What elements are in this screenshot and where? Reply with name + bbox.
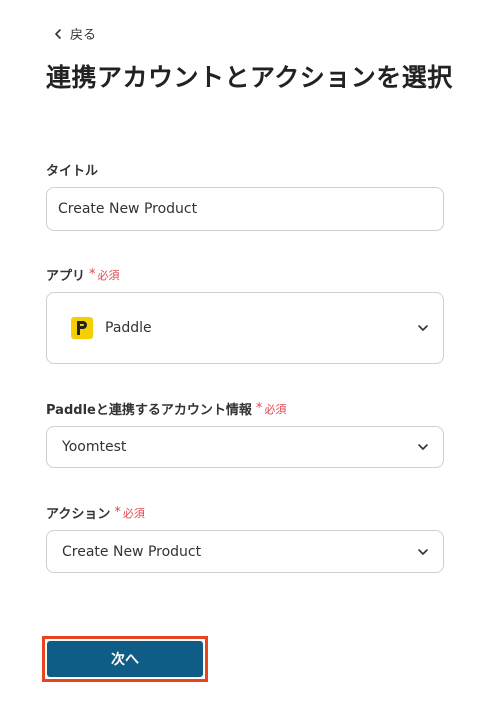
page-title: 連携アカウントとアクションを選択 — [46, 63, 453, 92]
account-label-text: Paddleと連携するアカウント情報 — [46, 403, 252, 418]
next-button-highlight: 次へ — [42, 636, 208, 682]
title-input[interactable]: Create New Product — [46, 187, 444, 231]
chevron-left-icon — [55, 28, 61, 39]
required-badge: * 必須 — [256, 401, 287, 417]
action-select[interactable]: Create New Product — [46, 530, 444, 573]
app-select[interactable]: Paddle — [46, 292, 444, 364]
chevron-down-icon — [418, 548, 428, 555]
app-label-text: アプリ — [46, 269, 86, 284]
app-field-label: アプリ * 必須 — [46, 265, 120, 284]
account-select-value: Yoomtest — [62, 439, 127, 455]
required-badge: * 必須 — [89, 267, 120, 283]
chevron-down-icon — [418, 444, 428, 450]
next-button[interactable]: 次へ — [47, 641, 203, 677]
action-select-value: Create New Product — [62, 543, 202, 560]
app-select-value: Paddle — [105, 320, 152, 336]
required-text: 必須 — [264, 402, 287, 416]
required-text: 必須 — [122, 506, 145, 520]
title-label-text: タイトル — [46, 164, 99, 179]
back-link[interactable]: 戻る — [52, 24, 96, 43]
title-field-label: タイトル — [46, 160, 98, 179]
asterisk-icon: * — [114, 505, 121, 520]
action-field-label: アクション * 必須 — [46, 503, 145, 522]
account-field-label: Paddleと連携するアカウント情報 * 必須 — [46, 399, 286, 418]
action-label-text: アクション — [46, 507, 111, 522]
back-label: 戻る — [70, 28, 97, 43]
required-text: 必須 — [97, 268, 120, 282]
asterisk-icon: * — [89, 267, 96, 282]
account-select[interactable]: Yoomtest — [46, 426, 444, 468]
title-input-value: Create New Product — [58, 201, 198, 217]
asterisk-icon: * — [255, 401, 263, 416]
required-badge: * 必須 — [114, 505, 145, 521]
paddle-logo-icon — [71, 317, 93, 339]
chevron-down-icon — [418, 325, 428, 331]
